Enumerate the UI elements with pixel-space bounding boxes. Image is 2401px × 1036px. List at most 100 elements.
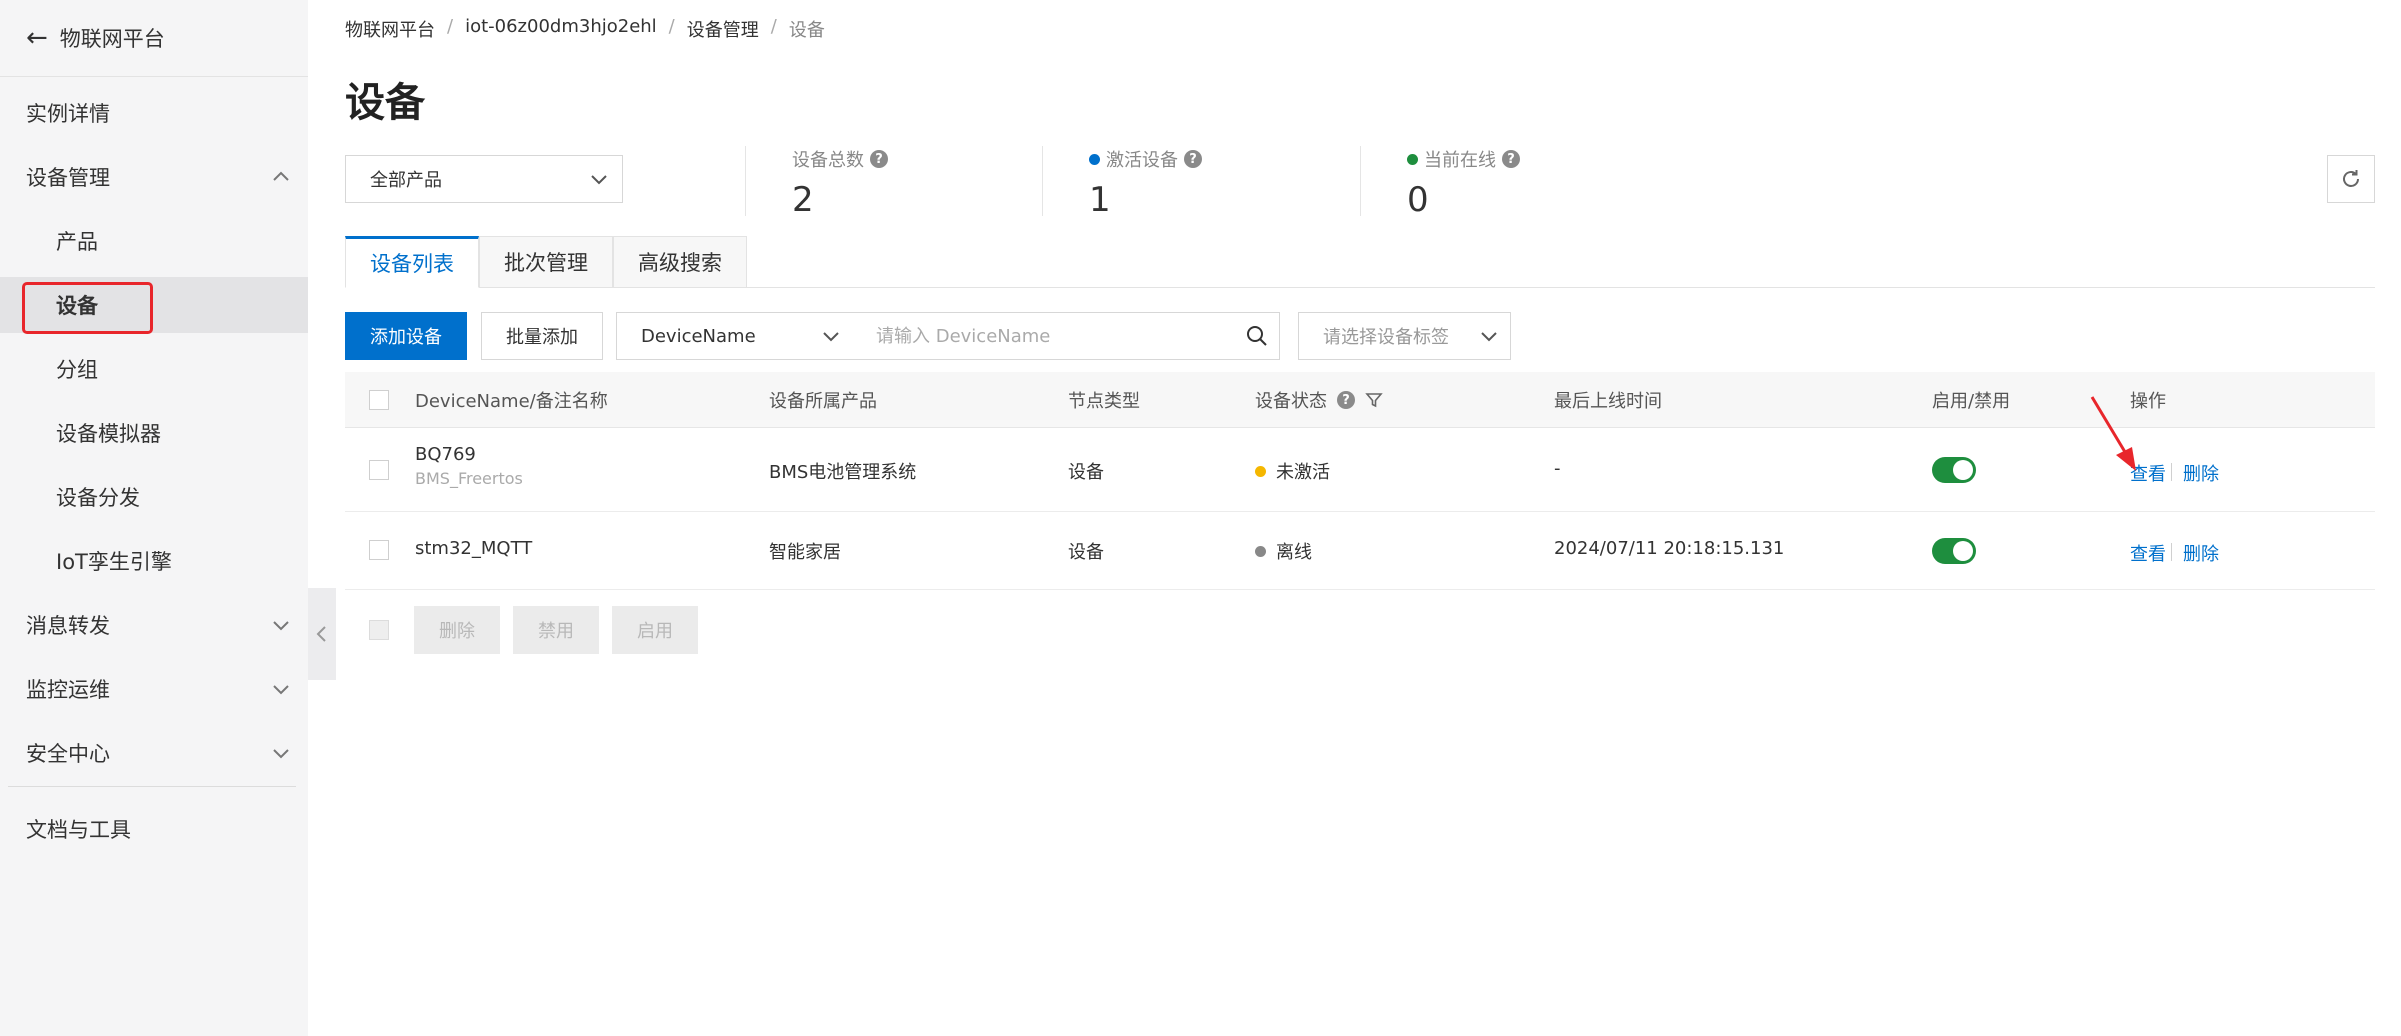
delete-link[interactable]: 删除 — [2183, 460, 2219, 486]
help-icon[interactable]: ? — [870, 150, 888, 168]
bulk-disable-button[interactable]: 禁用 — [513, 606, 599, 654]
help-icon[interactable]: ? — [1337, 391, 1355, 409]
sidebar-item-label: 安全中心 — [26, 742, 110, 766]
device-tag-placeholder: 请选择设备标签 — [1323, 327, 1449, 348]
stat-value: 1 — [1089, 180, 1111, 220]
sidebar-item-device-distribution[interactable]: 设备分发 — [0, 469, 308, 525]
stat-label: 设备总数 — [792, 150, 864, 171]
chevron-down-icon — [823, 332, 839, 342]
tab-device-list[interactable]: 设备列表 — [345, 236, 479, 288]
breadcrumb-separator: / — [770, 16, 777, 37]
last-online-time: 2024/07/11 20:18:15.131 — [1554, 538, 1785, 559]
search-field-select[interactable]: DeviceName — [616, 312, 853, 360]
tab-batch-management[interactable]: 批次管理 — [479, 236, 613, 288]
sidebar-title: 物联网平台 — [59, 27, 165, 51]
batch-add-button[interactable]: 批量添加 — [481, 312, 603, 360]
status-dot-icon — [1255, 465, 1266, 477]
sidebar-item-security-center[interactable]: 安全中心 — [0, 725, 308, 781]
help-icon[interactable]: ? — [1502, 150, 1520, 168]
last-online-time: - — [1554, 458, 1561, 479]
sidebar-item-label: 设备管理 — [26, 166, 110, 190]
column-header: 最后上线时间 — [1554, 391, 1662, 412]
column-header: 设备状态 — [1255, 391, 1327, 412]
help-icon[interactable]: ? — [1184, 150, 1202, 168]
sidebar-header[interactable]: ← 物联网平台 — [0, 0, 308, 77]
sidebar-item-label: 文档与工具 — [26, 818, 131, 842]
refresh-icon — [2343, 170, 2359, 187]
sidebar-item-label: IoT孪生引擎 — [56, 550, 172, 574]
bulk-delete-button[interactable]: 删除 — [414, 606, 500, 654]
product-select-value: 全部产品 — [370, 170, 442, 191]
device-tag-select[interactable]: 请选择设备标签 — [1298, 312, 1511, 360]
device-name-cell: BQ769 BMS_Freertos — [415, 444, 523, 488]
annotation-highlight-box — [22, 282, 153, 334]
column-header: 启用/禁用 — [1932, 391, 2011, 412]
page-title: 设备 — [345, 80, 425, 126]
refresh-button[interactable] — [2327, 155, 2375, 203]
sidebar-item-instance-details[interactable]: 实例详情 — [0, 85, 308, 141]
row-checkbox[interactable] — [369, 540, 389, 560]
enable-toggle[interactable] — [1932, 538, 1976, 564]
chevron-down-icon — [1481, 332, 1497, 342]
breadcrumb-separator: / — [447, 16, 454, 37]
sidebar-item-label: 监控运维 — [26, 678, 110, 702]
footer-select-all-checkbox[interactable] — [369, 620, 389, 640]
device-name[interactable]: BQ769 — [415, 444, 476, 465]
add-device-button[interactable]: 添加设备 — [345, 312, 467, 360]
filter-icon[interactable] — [1365, 391, 1383, 409]
annotation-arrow-icon — [2090, 396, 2136, 471]
stat-value: 2 — [792, 180, 814, 220]
sidebar-item-message-forwarding[interactable]: 消息转发 — [0, 597, 308, 653]
bulk-enable-button[interactable]: 启用 — [612, 606, 698, 654]
breadcrumb-current: 设备 — [788, 20, 825, 41]
breadcrumb-item[interactable]: 物联网平台 — [345, 16, 435, 42]
select-all-checkbox[interactable] — [369, 390, 389, 410]
view-link[interactable]: 查看 — [2130, 540, 2166, 566]
product-select[interactable]: 全部产品 — [345, 155, 623, 203]
action-separator — [2171, 543, 2172, 561]
status-dot-icon — [1407, 153, 1418, 165]
tab-bar: 设备列表 批次管理 高级搜索 — [345, 236, 2375, 288]
column-header: DeviceName/备注名称 — [415, 391, 608, 412]
chevron-down-icon — [591, 175, 607, 185]
device-remark: BMS_Freertos — [415, 469, 523, 488]
sidebar-item-device-simulator[interactable]: 设备模拟器 — [0, 405, 308, 461]
stat-activated-devices: 激活设备? 1 — [1042, 146, 1202, 220]
delete-link[interactable]: 删除 — [2183, 540, 2219, 566]
chevron-down-icon — [273, 685, 289, 695]
chevron-up-icon — [273, 171, 289, 181]
device-status: 未激活 — [1255, 458, 1330, 484]
stat-total-devices: 设备总数? 2 — [745, 146, 888, 220]
enable-toggle[interactable] — [1932, 457, 1976, 483]
sidebar-item-label: 实例详情 — [26, 102, 110, 126]
arrow-left-icon[interactable]: ← — [26, 25, 48, 51]
breadcrumb-item[interactable]: iot-06z00dm3hjo2ehl — [465, 16, 657, 42]
node-type: 设备 — [1068, 462, 1104, 483]
device-product: 智能家居 — [769, 542, 841, 563]
sidebar-collapse-handle[interactable] — [308, 588, 336, 680]
sidebar-divider — [8, 786, 296, 787]
chevron-left-icon — [316, 626, 326, 642]
sidebar-item-label: 消息转发 — [26, 614, 110, 638]
node-type: 设备 — [1068, 542, 1104, 563]
status-text: 离线 — [1276, 542, 1312, 563]
sidebar-item-docs-tools[interactable]: 文档与工具 — [0, 801, 308, 857]
action-separator — [2171, 463, 2172, 481]
column-header-status: 设备状态 ? — [1255, 372, 1383, 428]
breadcrumb-separator: / — [668, 16, 675, 37]
sidebar-item-product[interactable]: 产品 — [0, 213, 308, 269]
sidebar-item-device-management[interactable]: 设备管理 — [0, 149, 308, 205]
sidebar-item-group[interactable]: 分组 — [0, 341, 308, 397]
breadcrumb-item[interactable]: 设备管理 — [687, 16, 759, 42]
sidebar-item-monitoring-ops[interactable]: 监控运维 — [0, 661, 308, 717]
chevron-down-icon — [273, 621, 289, 631]
search-input[interactable] — [852, 312, 1280, 360]
device-name[interactable]: stm32_MQTT — [415, 538, 532, 559]
device-product: BMS电池管理系统 — [769, 462, 917, 483]
search-icon[interactable] — [1245, 324, 1269, 348]
sidebar-item-label: 设备分发 — [56, 486, 140, 510]
sidebar-item-iot-twin-engine[interactable]: IoT孪生引擎 — [0, 533, 308, 589]
tab-advanced-search[interactable]: 高级搜索 — [613, 236, 747, 288]
row-checkbox[interactable] — [369, 460, 389, 480]
sidebar-item-label: 分组 — [56, 358, 98, 382]
